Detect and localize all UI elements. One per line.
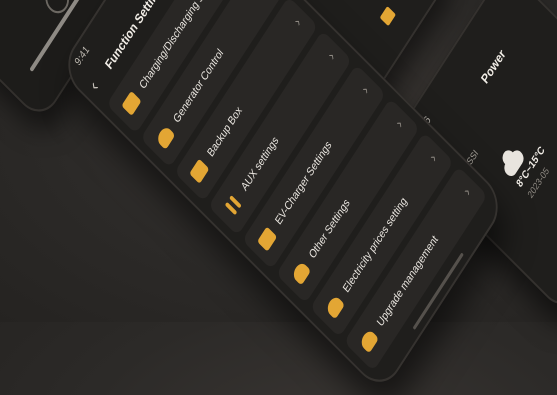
chevron-right-icon: › [323, 47, 338, 63]
status-time: 9:41 [72, 43, 92, 69]
chevron-right-icon: › [425, 149, 440, 165]
house-icon [290, 260, 312, 286]
chevron-right-icon: › [391, 115, 406, 131]
back-icon[interactable]: ‹ [87, 69, 109, 96]
sliders-icon [223, 192, 243, 217]
chevron-right-icon: › [357, 81, 372, 97]
box-icon [189, 158, 210, 184]
chevron-right-icon: › [289, 13, 304, 29]
generator-icon [155, 124, 176, 151]
settings-list: Charging/Discharging setting › Generator… [98, 0, 493, 380]
main-phone: 9:41 ◠ ‹ Function Settings Charging/Disc… [58, 0, 508, 395]
page-title: Power [478, 46, 509, 87]
scene: 11:46 ‹ Power SSI 8°C~15°C 2023-05 9:41 … [0, 0, 557, 395]
ev-charger-icon [257, 226, 278, 252]
upgrade-icon [358, 328, 379, 354]
weather-widget: 8°C~15°C 2023-05 [501, 131, 557, 200]
money-bag-icon [324, 294, 346, 320]
battery-icon [121, 90, 142, 117]
chevron-right-icon: › [459, 183, 473, 199]
box-icon [379, 5, 396, 27]
